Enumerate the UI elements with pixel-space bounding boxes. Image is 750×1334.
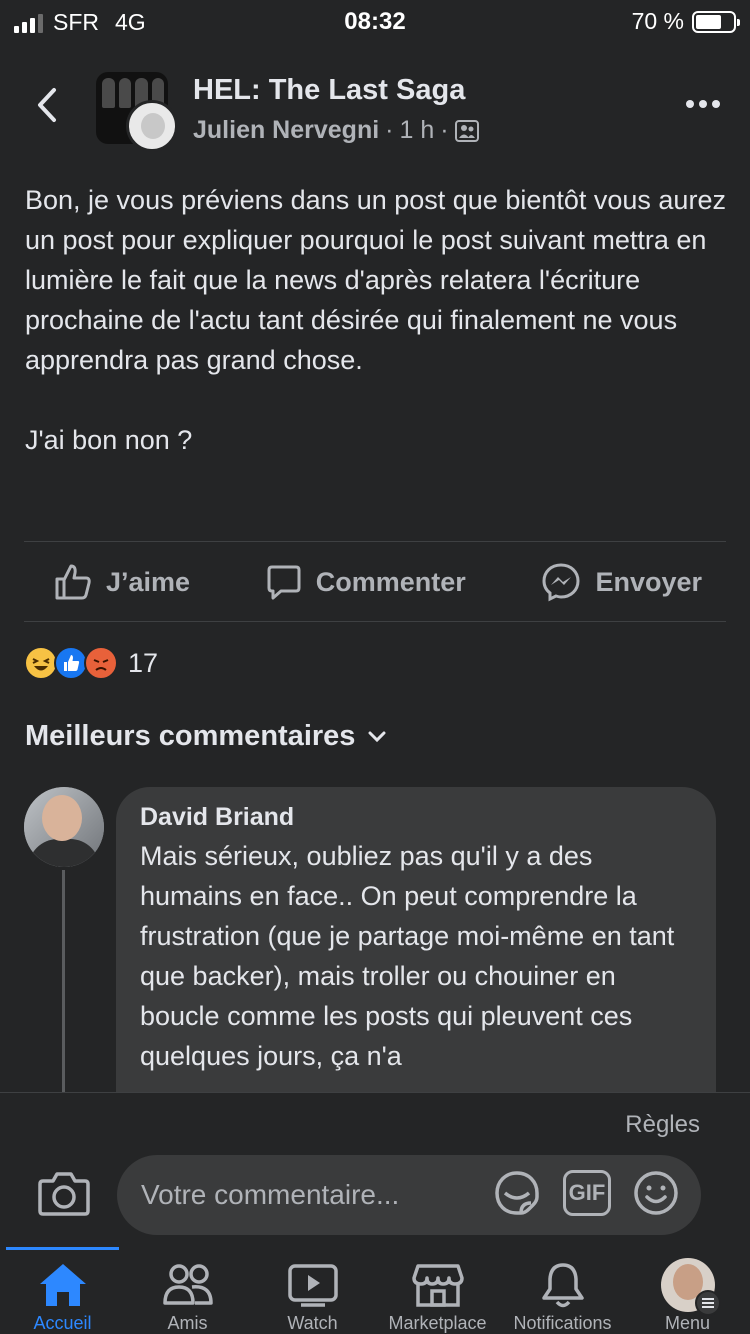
gif-button[interactable]: GIF bbox=[563, 1170, 611, 1216]
post-header: HEL: The Last Saga Julien Nervegni · 1 h… bbox=[0, 60, 750, 160]
emoji-icon[interactable] bbox=[633, 1170, 679, 1216]
comment-composer: Règles GIF bbox=[0, 1092, 750, 1247]
comment-bubble[interactable]: David Briand Mais sérieux, oubliez pas q… bbox=[116, 787, 716, 1127]
divider-bottom bbox=[24, 621, 726, 622]
tab-friends-label: Amis bbox=[167, 1313, 208, 1333]
home-icon bbox=[39, 1264, 86, 1306]
chevron-down-icon bbox=[368, 731, 386, 742]
post-author[interactable]: Julien Nervegni bbox=[193, 116, 379, 145]
meta-separator: · bbox=[385, 116, 394, 144]
tab-notifications[interactable]: Notifications bbox=[500, 1247, 625, 1334]
tab-home-label: Accueil bbox=[33, 1313, 92, 1333]
back-chevron-icon[interactable] bbox=[32, 86, 62, 124]
tab-marketplace-label: Marketplace bbox=[388, 1313, 487, 1333]
messenger-icon bbox=[542, 563, 580, 602]
reaction-count: 17 bbox=[128, 647, 159, 678]
comment-input[interactable] bbox=[141, 1155, 481, 1235]
tab-notifications-label: Notifications bbox=[513, 1313, 612, 1333]
tab-marketplace[interactable]: Marketplace bbox=[375, 1247, 500, 1334]
battery-icon bbox=[692, 10, 740, 33]
comment-button[interactable]: Commenter bbox=[266, 564, 466, 600]
post-meta: Julien Nervegni · 1 h · bbox=[193, 116, 479, 145]
tab-friends[interactable]: Amis bbox=[125, 1247, 250, 1334]
like-button[interactable]: J’aime bbox=[54, 563, 190, 601]
tab-home[interactable]: Accueil bbox=[0, 1247, 125, 1334]
thumbs-up-icon bbox=[55, 564, 91, 600]
bottom-tab-bar: Accueil Amis Watch Marketplace Notificat… bbox=[0, 1247, 750, 1334]
friends-icon bbox=[162, 1264, 213, 1305]
bell-icon bbox=[541, 1263, 584, 1308]
sticker-icon[interactable] bbox=[493, 1169, 541, 1217]
post-actions: J’aime Commenter Envoyer bbox=[24, 542, 726, 622]
angry-reaction-icon bbox=[84, 646, 118, 680]
more-options-icon[interactable] bbox=[686, 100, 720, 108]
camera-icon[interactable] bbox=[38, 1169, 90, 1217]
comments-sort-label: Meilleurs commentaires bbox=[25, 720, 356, 752]
comment-label: Commenter bbox=[315, 566, 466, 597]
composer-icons: GIF bbox=[493, 1169, 679, 1217]
comment-text: Mais sérieux, oubliez pas qu'il y a des … bbox=[140, 841, 675, 1071]
tab-menu-label: Menu bbox=[664, 1313, 711, 1333]
comment-author[interactable]: David Briand bbox=[140, 803, 692, 832]
tab-watch-label: Watch bbox=[287, 1313, 338, 1333]
comment-icon bbox=[267, 565, 301, 600]
marketplace-icon bbox=[411, 1264, 464, 1307]
tab-menu[interactable]: Menu bbox=[625, 1247, 750, 1334]
send-button[interactable]: Envoyer bbox=[541, 562, 702, 602]
send-label: Envoyer bbox=[595, 566, 702, 597]
author-avatar[interactable] bbox=[126, 100, 178, 152]
thread-line bbox=[62, 870, 65, 1095]
reactions-summary[interactable]: 17 bbox=[24, 646, 158, 680]
like-label: J’aime bbox=[106, 566, 191, 597]
haha-reaction-icon bbox=[24, 646, 58, 680]
watch-icon bbox=[287, 1264, 338, 1307]
post-time[interactable]: 1 h bbox=[400, 116, 435, 145]
battery-percent: 70 % bbox=[631, 8, 684, 34]
hamburger-icon bbox=[694, 1290, 721, 1316]
menu-avatar-icon bbox=[660, 1258, 721, 1316]
status-bar: SFR 4G 08:32 70 % bbox=[0, 0, 750, 44]
group-members-icon bbox=[454, 119, 479, 142]
comments-sort-dropdown[interactable]: Meilleurs commentaires bbox=[25, 720, 387, 753]
group-name[interactable]: HEL: The Last Saga bbox=[193, 74, 465, 107]
like-reaction-icon bbox=[54, 646, 88, 680]
commenter-avatar[interactable] bbox=[24, 787, 104, 867]
rules-link[interactable]: Règles bbox=[625, 1111, 700, 1139]
gif-label: GIF bbox=[568, 1180, 606, 1205]
status-right: 70 % bbox=[631, 8, 740, 35]
tab-watch[interactable]: Watch bbox=[250, 1247, 375, 1334]
post-text: Bon, je vous préviens dans un post que b… bbox=[25, 185, 726, 455]
comment-input-wrap: GIF bbox=[117, 1155, 701, 1235]
meta-separator-2: · bbox=[440, 116, 449, 144]
